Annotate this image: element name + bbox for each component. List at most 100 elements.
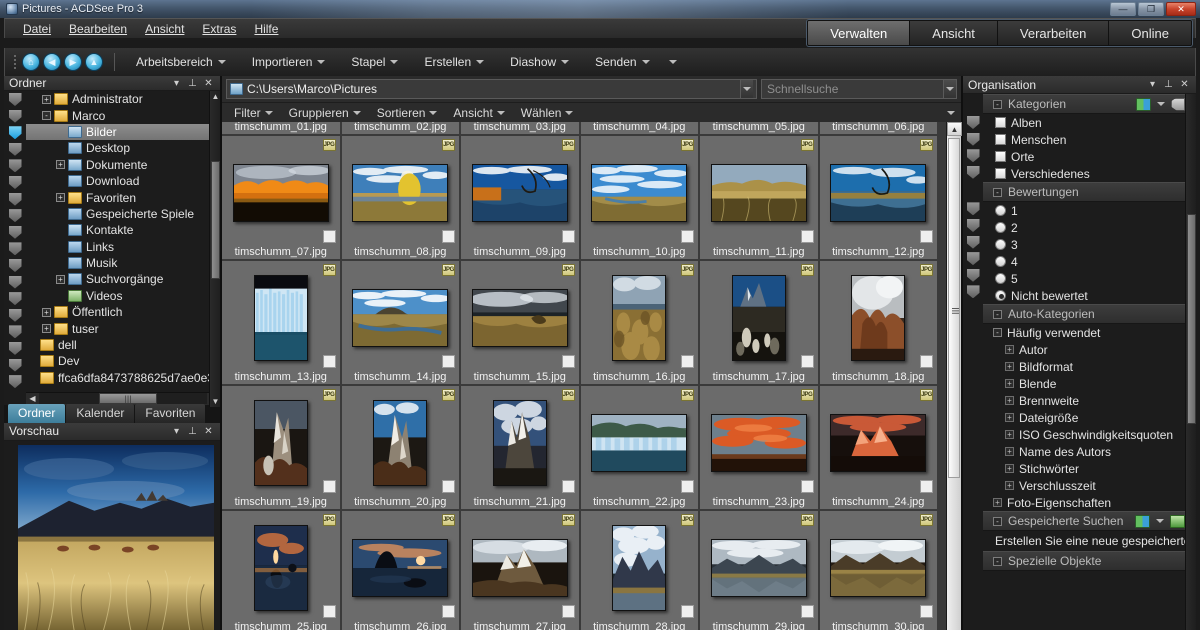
organisation-content[interactable]: - Kategorien Alben Menschen Orte Verschiedene… (983, 94, 1185, 630)
category-checkbox[interactable] (995, 168, 1006, 179)
thumbnail-checkbox[interactable] (442, 230, 455, 243)
folder-tree-item[interactable]: ffca6dfa8473788625d7ae0e350 (26, 370, 220, 386)
thumbnail-item[interactable]: JPG timschumm_10.jpg (580, 136, 700, 261)
minimize-button[interactable]: — (1110, 2, 1136, 16)
expand-icon[interactable]: + (56, 193, 65, 203)
thumbnail-checkbox[interactable] (561, 480, 575, 493)
folder-drop-flag[interactable] (9, 259, 22, 272)
scroll-left-icon[interactable]: ◀ (26, 393, 39, 405)
path-dropdown-button[interactable] (740, 80, 753, 98)
category-checkbox[interactable] (995, 151, 1006, 162)
toolbar-overflow-button[interactable] (663, 60, 683, 64)
organisation-drop-flag[interactable] (967, 202, 980, 215)
thumbnail-image[interactable] (492, 399, 547, 486)
folder-tree-item[interactable]: + Favoriten (26, 189, 220, 205)
thumbnail-checkbox[interactable] (920, 230, 933, 243)
thumbnail-item[interactable]: JPG timschumm_07.jpg (222, 136, 342, 261)
back-icon[interactable]: ◀ (43, 53, 61, 71)
thumbnail-item[interactable]: JPG timschumm_30.jpg (819, 511, 939, 630)
tag-icon[interactable] (1171, 97, 1185, 111)
folder-drop-flag[interactable] (9, 193, 22, 206)
folder-tree-item[interactable]: Kontakte (26, 222, 220, 238)
thumbnail-image[interactable] (591, 413, 688, 472)
folder-tree-item[interactable]: + Öffentlich (26, 304, 220, 320)
collapse-icon[interactable]: - (993, 556, 1002, 566)
thumbnail-image[interactable] (471, 163, 568, 222)
thumbnail-image[interactable] (731, 274, 786, 361)
expand-icon[interactable]: + (1005, 362, 1014, 371)
thumbnail-item[interactable]: JPG timschumm_08.jpg (341, 136, 461, 261)
thumbnail-image[interactable] (710, 163, 807, 222)
folder-drop-flag[interactable] (9, 292, 22, 305)
expand-icon[interactable]: + (42, 307, 51, 317)
scrollbar-thumb[interactable] (1187, 214, 1196, 424)
thumbnail-checkbox[interactable] (561, 605, 575, 618)
chevron-down-icon[interactable]: ▾ (1146, 78, 1159, 91)
thumbnail-item[interactable]: timschumm_04.jpg (580, 122, 700, 136)
thumbnail-checkbox[interactable] (920, 355, 933, 368)
organisation-drop-flag[interactable] (967, 149, 980, 162)
rating-item-unrated[interactable]: Nicht bewertet (983, 287, 1185, 304)
quick-search-field[interactable]: Schnellsuche (761, 79, 957, 99)
folder-drop-flag[interactable] (9, 226, 22, 239)
toolbar-senden[interactable]: Senden (582, 55, 662, 69)
thumbnail-image[interactable] (253, 399, 308, 486)
pin-icon[interactable]: ⊥ (186, 425, 199, 438)
thumbnail-item[interactable]: timschumm_03.jpg (461, 122, 581, 136)
thumbnail-image[interactable] (232, 163, 329, 222)
rating-item[interactable]: 1 (983, 202, 1185, 219)
search-dropdown-button[interactable] (943, 80, 956, 98)
thumbnail-checkbox[interactable] (800, 355, 814, 368)
folder-drop-flag[interactable] (9, 276, 22, 289)
pin-icon[interactable]: ⊥ (186, 77, 199, 90)
left-tab-kalender[interactable]: Kalender (66, 403, 135, 423)
thumbnail-checkbox[interactable] (561, 355, 575, 368)
section-header-spezielle-objekte[interactable]: - Spezielle Objekte (983, 551, 1185, 571)
thumbnail-checkbox[interactable] (920, 605, 933, 618)
auto-category-item[interactable]: + Dateigröße (983, 409, 1185, 426)
tab-ansicht[interactable]: Ansicht (910, 21, 998, 45)
folder-drop-flag[interactable] (9, 309, 22, 322)
thumbnail-image[interactable] (253, 274, 308, 361)
category-item[interactable]: Verschiedenes (983, 165, 1185, 182)
menu-item-extras[interactable]: Extras (202, 22, 236, 36)
folder-tree-item[interactable]: Links (26, 239, 220, 255)
close-icon[interactable]: ✕ (202, 425, 215, 438)
auto-category-item[interactable]: + Bildformat (983, 358, 1185, 375)
section-header-bewertungen[interactable]: - Bewertungen (983, 182, 1185, 202)
thumbnail-checkbox[interactable] (920, 480, 933, 493)
thumbnail-item[interactable]: JPG timschumm_22.jpg (580, 386, 700, 511)
expand-icon[interactable]: + (56, 160, 65, 170)
auto-category-item[interactable]: + Name des Autors (983, 443, 1185, 460)
thumbnail-checkbox[interactable] (322, 605, 336, 618)
thumbnail-item[interactable]: JPG timschumm_25.jpg (222, 511, 342, 630)
filter-overflow-button[interactable] (941, 110, 961, 115)
thumbnail-checkbox[interactable] (800, 230, 814, 243)
thumbnail-item[interactable]: JPG timschumm_13.jpg (222, 261, 342, 386)
collapse-icon[interactable]: - (42, 111, 51, 121)
thumbnail-image[interactable] (253, 524, 308, 611)
expand-icon[interactable]: + (42, 324, 51, 334)
thumbnail-checkbox[interactable] (681, 480, 694, 493)
thumbnail-grid[interactable]: timschumm_01.jpg timschumm_02.jpg timschum… (222, 122, 946, 630)
folder-tree-hscrollbar[interactable]: ◀ ||| ▶ (26, 391, 220, 405)
close-icon[interactable]: ✕ (1178, 78, 1191, 91)
filter-button[interactable]: Filter (227, 106, 280, 120)
group-button[interactable]: Gruppieren (282, 106, 368, 120)
folder-drop-flag[interactable] (9, 176, 22, 189)
thumbnail-item[interactable]: timschumm_02.jpg (341, 122, 461, 136)
tab-verarbeiten[interactable]: Verarbeiten (997, 21, 1110, 45)
expand-icon[interactable]: + (1005, 447, 1014, 456)
thumbnail-item[interactable]: JPG timschumm_16.jpg (580, 261, 700, 386)
toolbar-arbeitsbereich[interactable]: Arbeitsbereich (123, 55, 239, 69)
folder-tree-item[interactable]: Dev (26, 353, 220, 369)
rating-item[interactable]: 4 (983, 253, 1185, 270)
maximize-button[interactable]: ❐ (1138, 2, 1164, 16)
category-icon[interactable] (1136, 97, 1151, 111)
rating-radio[interactable] (995, 290, 1006, 301)
section-header-gespeicherte-suchen[interactable]: - Gespeicherte Suchen (983, 511, 1185, 531)
close-icon[interactable]: ✕ (202, 77, 215, 90)
menu-item-hilfe[interactable]: Hilfe (254, 22, 278, 36)
expand-icon[interactable]: + (1005, 345, 1014, 354)
category-item[interactable]: Orte (983, 148, 1185, 165)
